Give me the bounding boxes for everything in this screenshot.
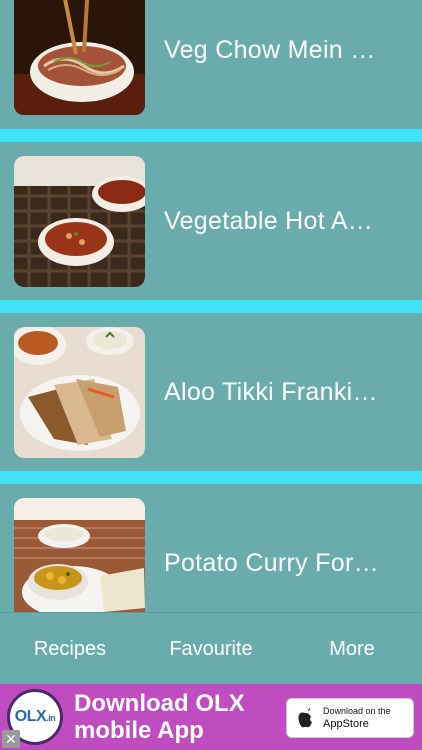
appstore-line1: Download on the xyxy=(323,706,391,716)
recipe-row[interactable]: Vegetable Hot A… xyxy=(0,142,422,300)
tab-more[interactable]: More xyxy=(282,613,422,685)
tab-bar: Recipes Favourite More xyxy=(0,612,422,684)
ad-close-icon[interactable]: ✕ xyxy=(2,730,20,748)
recipe-title: Potato Curry For… xyxy=(164,549,379,577)
soup-photo xyxy=(14,156,145,287)
tab-recipes[interactable]: Recipes xyxy=(0,613,140,685)
olx-logo-suffix: .in xyxy=(46,713,56,723)
recipe-row[interactable]: Aloo Tikki Franki… xyxy=(0,313,422,471)
row-separator xyxy=(0,300,422,313)
tab-favourite[interactable]: Favourite xyxy=(140,613,282,685)
ad-headline-line1: Download OLX xyxy=(74,690,245,717)
row-separator xyxy=(0,129,422,142)
recipe-title: Vegetable Hot A… xyxy=(164,207,374,235)
apple-icon xyxy=(298,708,312,728)
chow-mein-photo xyxy=(14,0,145,115)
recipe-list[interactable]: Veg Chow Mein … Vegetable Hot A… Aloo Ti… xyxy=(0,0,422,612)
recipe-title: Veg Chow Mein … xyxy=(164,36,376,64)
potato-curry-photo xyxy=(14,498,145,612)
ad-headline-line2: mobile App xyxy=(74,717,204,744)
frankie-photo xyxy=(14,327,145,458)
appstore-button[interactable]: Download on the AppStore xyxy=(286,698,414,738)
row-separator xyxy=(0,471,422,484)
recipe-row[interactable]: Potato Curry For… xyxy=(0,484,422,612)
appstore-line2: AppStore xyxy=(323,718,369,730)
recipe-row[interactable]: Veg Chow Mein … xyxy=(0,0,422,129)
recipe-title: Aloo Tikki Franki… xyxy=(164,378,378,406)
ad-banner[interactable]: OLX.in ✕ Download OLX mobile App Downloa… xyxy=(0,684,422,750)
ad-headline: Download OLX mobile App xyxy=(74,690,245,744)
olx-logo-text: OLX xyxy=(14,708,47,725)
